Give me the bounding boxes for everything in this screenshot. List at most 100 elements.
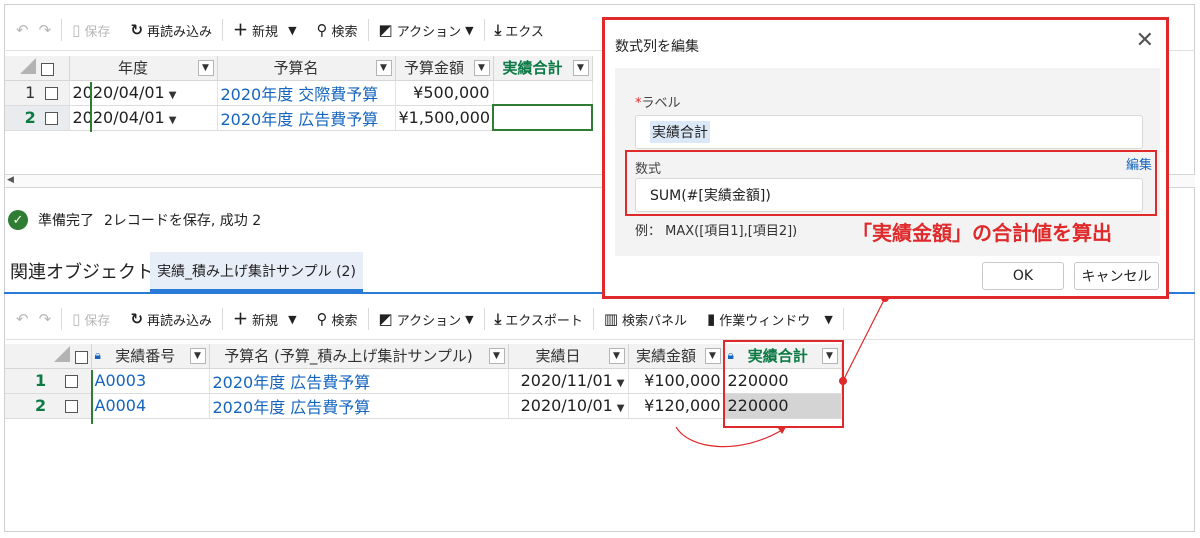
undo-button[interactable]: ↶ [6,16,39,44]
table-row[interactable]: 1 A0003 2020年度 広告費予算 2020/11/01 ▼ ¥100,00… [5,368,842,394]
download-icon: ⤓ [494,309,502,328]
redo-button[interactable]: ↷ [39,16,62,44]
row-number-label: 1 [35,371,47,390]
row-number: 1 [5,80,70,106]
grid-corner[interactable] [5,344,92,369]
search-button[interactable]: ⚲ 検索 [307,16,368,44]
formula-value: SUM(#[実績金額]) [650,188,771,204]
column-header-label: 実績番号 [115,347,176,366]
cell-budget-name[interactable]: 2020年度 広告費予算 [209,368,509,394]
grid-corner[interactable] [5,56,70,81]
cell-actual-amount[interactable]: ¥100,000 [628,368,725,394]
ok-button[interactable]: OK [982,262,1064,290]
select-all-checkbox[interactable] [40,62,54,76]
formula-edit-link[interactable]: 編集 [1126,154,1152,173]
column-header-actual-number[interactable]: 🔒︎ 実績番号 ▼ [91,344,210,369]
formula-input[interactable]: SUM(#[実績金額]) [635,178,1143,212]
column-filter-icon[interactable]: ▼ [197,59,214,76]
cell-actual-date[interactable]: 2020/11/01 ▼ [508,368,629,394]
cell-value: ¥120,000 [644,396,721,415]
export-button[interactable]: ⤓ エクスポート [485,305,593,333]
date-dropdown-icon[interactable]: ▼ [169,115,177,126]
caret-down-icon: ▼ [288,312,297,326]
table-row[interactable]: 2 2020/04/01 ▼ 2020年度 広告費予算 ¥1,500,000 [5,104,593,131]
row-checkbox[interactable] [45,112,59,125]
new-button[interactable]: ＋新規 ▼ [223,16,307,44]
column-filter-icon[interactable]: ▼ [488,347,505,364]
record-link[interactable]: A0003 [95,371,147,390]
tab-related-actuals[interactable]: 実績_積み上げ集計サンプル (2) [150,252,363,292]
cell-actual-total[interactable] [493,80,593,106]
save-button[interactable]: ▯ 保存 [62,16,120,44]
column-filter-icon[interactable]: ▼ [704,347,721,364]
action-button[interactable]: ◩ アクション ▼ [369,305,484,333]
column-header-actual-date[interactable]: 実績日 ▼ [508,344,629,369]
column-header-budget-amount[interactable]: 予算金額 ▼ [395,56,494,81]
table-row[interactable]: 1 2020/04/01 ▼ 2020年度 交際費予算 ¥500,000 [5,80,593,106]
cell-budget-name[interactable]: 2020年度 交際費予算 [217,80,396,106]
action-button[interactable]: ◩ アクション ▼ [369,16,484,44]
cell-value: 2020/10/01 [520,396,613,415]
column-filter-icon[interactable]: ▼ [375,59,392,76]
undo-button[interactable]: ↶ [6,305,39,333]
record-link[interactable]: A0004 [95,396,147,415]
download-icon: ⤓ [494,20,502,39]
row-checkbox[interactable] [45,87,59,100]
cell-budget-amount[interactable]: ¥1,500,000 [395,105,494,131]
column-header-label: 予算名 (予算_積み上げ集計サンプル) [224,347,473,366]
cell-value: 2020/11/01 [520,371,613,390]
caret-down-icon: ▼ [465,312,474,326]
table-row[interactable]: 2 A0004 2020年度 広告費予算 2020/10/01 ▼ ¥120,00… [5,393,842,419]
record-link[interactable]: 2020年度 広告費予算 [213,398,371,417]
cell-actual-date[interactable]: 2020/10/01 ▼ [508,393,629,419]
undo-icon: ↶ [16,20,29,39]
reload-button[interactable]: ↻ 再読み込み [120,16,222,44]
save-button[interactable]: ▯ 保存 [62,305,120,333]
column-filter-icon[interactable]: ▼ [473,59,490,76]
export-button[interactable]: ⤓ エクス [485,16,554,44]
column-header-budget-name[interactable]: 予算名 ▼ [217,56,396,81]
scroll-left-icon[interactable]: ◀ [7,175,14,185]
label-input[interactable]: 実績合計 [635,115,1143,149]
record-link[interactable]: 2020年度 交際費予算 [221,85,379,104]
actual-total-highlight [723,340,844,428]
label-caption-text: ラベル [641,96,681,111]
column-header-actual-total[interactable]: 実績合計 ▼ [493,56,593,81]
redo-button[interactable]: ↷ [39,305,62,333]
cell-actual-number[interactable]: A0004 [91,393,210,419]
search-button[interactable]: ⚲ 検索 [307,305,368,333]
column-filter-icon[interactable]: ▼ [572,59,589,76]
search-panel-button[interactable]: ▥ 検索パネル [594,305,697,333]
column-filter-icon[interactable]: ▼ [189,347,206,364]
row-checkbox[interactable] [65,375,78,388]
row-checkbox[interactable] [65,400,78,413]
action-icon: ◩ [378,309,393,328]
record-link[interactable]: 2020年度 広告費予算 [221,110,379,129]
cell-actual-amount[interactable]: ¥120,000 [628,393,725,419]
budget-grid: 年度 ▼ 予算名 ▼ 予算金額 ▼ 実績合計 ▼ 1 2020/04/01 ▼ 2020年… [5,56,593,131]
cell-budget-name[interactable]: 2020年度 広告費予算 [209,393,509,419]
cell-actual-number[interactable]: A0003 [91,368,210,394]
search-panel-label: 検索パネル [622,313,688,329]
reload-button[interactable]: ↻ 再読み込み [120,305,222,333]
cell-budget-name[interactable]: 2020年度 広告費予算 [217,105,396,131]
new-label: 新規 [252,24,279,40]
cell-budget-amount[interactable]: ¥500,000 [395,80,494,106]
close-icon[interactable]: ✕ [1136,28,1154,53]
formula-example: 例： MAX([項目1],[項目2]) [635,224,798,239]
cell-actual-total-active[interactable] [492,104,593,131]
work-window-button[interactable]: ▮ 作業ウィンドウ ▼ [697,305,843,333]
new-label: 新規 [252,313,279,329]
cancel-button[interactable]: キャンセル [1074,262,1159,290]
date-dropdown-icon[interactable]: ▼ [169,90,177,101]
record-link[interactable]: 2020年度 広告費予算 [213,373,371,392]
column-header-budget-name[interactable]: 予算名 (予算_積み上げ集計サンプル) ▼ [209,344,509,369]
column-header-actual-amount[interactable]: 実績金額 ▼ [628,344,725,369]
column-filter-icon[interactable]: ▼ [608,347,625,364]
search-panel-icon: ▥ [603,309,619,328]
date-dropdown-icon[interactable]: ▼ [617,378,625,389]
column-header-year[interactable]: 年度 ▼ [69,56,218,81]
date-dropdown-icon[interactable]: ▼ [617,403,625,414]
new-button[interactable]: ＋新規 ▼ [223,305,307,333]
select-all-checkbox[interactable] [74,350,88,364]
